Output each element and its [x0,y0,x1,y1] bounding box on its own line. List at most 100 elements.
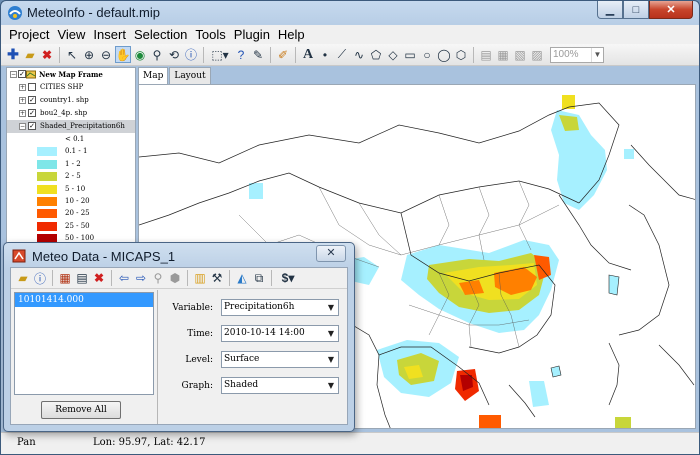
add-layer-icon[interactable]: ✚ [5,46,21,63]
remove-data-icon[interactable]: ✖ [91,270,107,287]
app-icon [8,6,22,20]
add-point-icon[interactable]: • [317,46,333,63]
menu-insert[interactable]: Insert [89,27,130,42]
data-table-icon[interactable]: ▦ [57,270,73,287]
dialog-close-button[interactable]: ✕ [316,245,346,262]
frame-checkbox[interactable]: ✓ [18,70,26,78]
layout-zoom-out-icon[interactable]: ▧ [512,46,528,63]
select-elements-icon[interactable]: ⬚▾ [208,46,232,63]
open-folder-icon[interactable]: ▰ [22,46,38,63]
tab-map[interactable]: Map [138,67,169,85]
tree-layer-row-selected[interactable]: − ✓ Shaded_Precipitation6h [7,120,135,133]
menu-project[interactable]: Project [5,27,53,42]
legend-swatch[interactable] [37,172,57,182]
legend-row: 2 - 5 [7,170,135,182]
add-circle-icon[interactable]: ○ [419,46,435,63]
add-rectangle-icon[interactable]: ▭ [402,46,418,63]
toolbar-separator [187,270,188,286]
add-curve-icon[interactable]: ∿ [351,46,367,63]
tree-layer-row[interactable]: + ✓ country1. shp [7,94,135,107]
layout-page-icon[interactable]: ▤ [478,46,494,63]
menu-plugin[interactable]: Plugin [230,27,274,42]
zoom-out-icon[interactable]: ⊖ [98,46,114,63]
menu-tools[interactable]: Tools [191,27,229,42]
legend-swatch[interactable] [37,135,57,144]
legend-swatch[interactable] [37,159,57,169]
add-curve-polygon-icon[interactable]: ◇ [385,46,401,63]
pan-hand-icon[interactable]: ✋ [115,46,131,63]
legend-label: 25 - 50 [65,221,90,230]
animation-settings-icon[interactable]: ⬢ [167,270,183,287]
tab-layout[interactable]: Layout [169,67,211,84]
open-data-folder-icon[interactable]: ▰ [15,270,31,287]
time-series-icon[interactable]: ⧉ [251,270,267,287]
legend-row: 0.1 - 1 [7,145,135,157]
add-polyline-icon[interactable]: ⟋ [334,46,350,63]
variable-select[interactable]: Precipitation6h ▼ [221,299,339,316]
minimize-button[interactable]: ▁ [597,1,623,19]
layer-checkbox[interactable]: ✓ [28,96,36,104]
collapse-icon[interactable]: − [19,123,26,130]
layer-checkbox[interactable] [28,83,36,91]
status-bar: Pan Lon: 95.97, Lat: 42.17 [1,432,699,454]
remove-all-button[interactable]: Remove All [41,401,121,419]
tree-layer-row[interactable]: + ✓ bou2_4p. shp [7,107,135,120]
tree-layer-row[interactable]: + CITIES SHP [7,81,135,94]
graph-value: Shaded [224,380,259,390]
remove-layer-icon[interactable]: ✖ [39,46,55,63]
color-legend-icon[interactable]: ▥ [192,270,208,287]
title-bar[interactable]: MeteoInfo - default.mip ▁ □ ✕ [1,1,699,25]
legend-swatch[interactable] [37,147,57,157]
animate-icon[interactable]: ⚲ [150,270,166,287]
status-tool: Pan [17,437,36,448]
legend-row: 10 - 20 [7,195,135,207]
time-select[interactable]: 2010-10-14 14:00 ▼ [221,325,339,342]
add-freehand-icon[interactable]: ⬡ [453,46,469,63]
section-plot-icon[interactable]: ◭ [234,270,250,287]
frame-label: New Map Frame [39,70,103,79]
menu-help[interactable]: Help [274,27,309,42]
collapse-icon[interactable]: − [10,71,17,78]
expand-icon[interactable]: + [19,110,26,117]
add-text-icon[interactable]: A [300,46,316,63]
previous-time-icon[interactable]: ⇦ [116,270,132,287]
zoom-undo-icon[interactable]: ⟲ [166,46,182,63]
close-window-button[interactable]: ✕ [649,1,693,19]
list-item[interactable]: 10101414.000 [15,293,153,307]
help-question-icon[interactable]: ? [233,46,249,63]
legend-swatch[interactable] [37,196,57,206]
variable-value: Precipitation6h [224,302,295,312]
data-file-list[interactable]: 10101414.000 [14,292,154,395]
settings-tools-icon[interactable]: ⚒ [209,270,225,287]
tree-frame-row[interactable]: − ✓ New Map Frame [7,68,135,81]
zoom-to-layer-icon[interactable]: ⚲ [149,46,165,63]
legend-swatch[interactable] [37,184,57,194]
legend-swatch[interactable] [37,209,57,219]
layout-zoom-in-icon[interactable]: ▦ [495,46,511,63]
layout-fit-icon[interactable]: ▨ [529,46,545,63]
level-select[interactable]: Surface ▼ [221,351,339,368]
add-polygon-icon[interactable]: ⬠ [368,46,384,63]
full-extent-globe-icon[interactable]: ◉ [132,46,148,63]
data-info-icon[interactable]: ⓘ [32,270,48,287]
script-dropdown-icon[interactable]: $▾ [276,270,300,287]
edit-pencil-icon[interactable]: ✐ [275,46,291,63]
select-pointer-icon[interactable]: ↖ [64,46,80,63]
menu-view[interactable]: View [53,27,89,42]
expand-icon[interactable]: + [19,84,26,91]
menu-selection[interactable]: Selection [130,27,191,42]
station-data-icon[interactable]: ▤ [74,270,90,287]
layer-checkbox[interactable]: ✓ [28,122,36,130]
layer-checkbox[interactable]: ✓ [28,109,36,117]
maximize-button[interactable]: □ [623,1,649,19]
main-toolbar: ✚ ▰ ✖ ↖ ⊕ ⊖ ✋ ◉ ⚲ ⟲ ⓘ ⬚▾ ? ✎ ✐ A • ⟋ ∿ ⬠… [1,44,699,66]
identify-info-icon[interactable]: ⓘ [183,46,199,63]
layout-zoom-select[interactable]: 100% ▼ [550,46,604,63]
expand-icon[interactable]: + [19,97,26,104]
graph-select[interactable]: Shaded ▼ [221,377,339,394]
add-ellipse-icon[interactable]: ◯ [436,46,452,63]
measure-icon[interactable]: ✎ [250,46,266,63]
legend-swatch[interactable] [37,221,57,231]
zoom-in-icon[interactable]: ⊕ [81,46,97,63]
next-time-icon[interactable]: ⇨ [133,270,149,287]
